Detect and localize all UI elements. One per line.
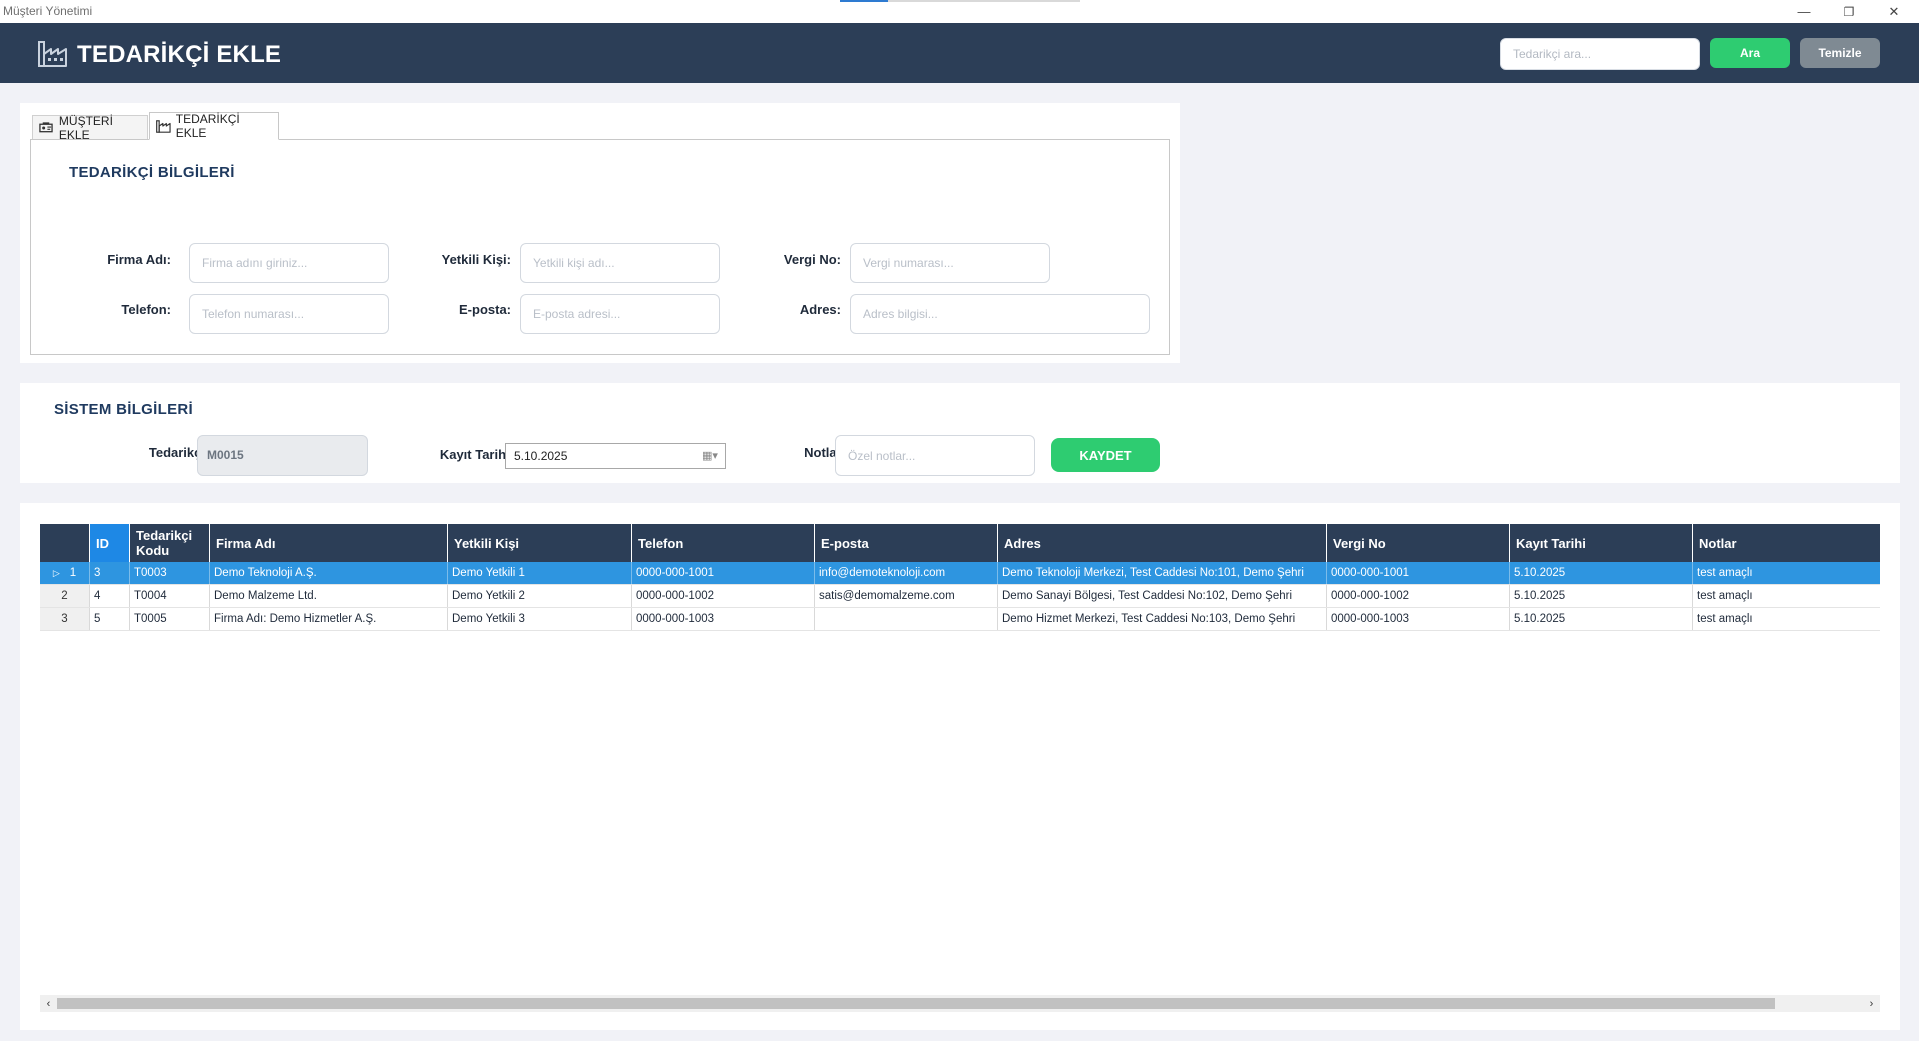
label-yetkili: Yetkili Kişi: bbox=[441, 252, 511, 267]
notes-input[interactable] bbox=[835, 435, 1035, 476]
row-header[interactable]: ▷ 1 bbox=[40, 562, 90, 584]
grid-panel: ID Tedarikçi Kodu Firma Adı Yetkili Kişi… bbox=[20, 503, 1900, 1030]
cell-telefon[interactable]: 0000-000-1001 bbox=[632, 562, 815, 584]
cell-eposta[interactable] bbox=[815, 608, 998, 630]
label-adres: Adres: bbox=[799, 302, 841, 317]
col-header-firma[interactable]: Firma Adı bbox=[210, 524, 448, 562]
supplier-grid[interactable]: ID Tedarikçi Kodu Firma Adı Yetkili Kişi… bbox=[40, 524, 1880, 631]
cell-telefon[interactable]: 0000-000-1003 bbox=[632, 608, 815, 630]
current-row-icon: ▷ bbox=[52, 567, 60, 578]
scroll-right-icon[interactable]: › bbox=[1863, 995, 1880, 1012]
save-button[interactable]: KAYDET bbox=[1051, 438, 1160, 472]
cell-adres[interactable]: Demo Sanayi Bölgesi, Test Caddesi No:102… bbox=[998, 585, 1327, 607]
col-header-id[interactable]: ID bbox=[90, 524, 130, 562]
col-header-telefon[interactable]: Telefon bbox=[632, 524, 815, 562]
cell-vergi[interactable]: 0000-000-1003 bbox=[1327, 608, 1510, 630]
cell-firma[interactable]: Demo Malzeme Ltd. bbox=[210, 585, 448, 607]
cell-adres[interactable]: Demo Hizmet Merkezi, Test Caddesi No:103… bbox=[998, 608, 1327, 630]
date-picker[interactable]: 5.10.2025 ▦▾ bbox=[505, 443, 726, 469]
label-vergi: Vergi No: bbox=[783, 252, 841, 267]
minimize-button[interactable]: — bbox=[1781, 0, 1827, 23]
cell-adres[interactable]: Demo Teknoloji Merkezi, Test Caddesi No:… bbox=[998, 562, 1327, 584]
grid-header: ID Tedarikçi Kodu Firma Adı Yetkili Kişi… bbox=[40, 524, 1880, 562]
calendar-dropdown-icon[interactable]: ▦▾ bbox=[702, 449, 720, 462]
table-row[interactable]: 2 4 T0004 Demo Malzeme Ltd. Demo Yetkili… bbox=[40, 585, 1880, 608]
table-row[interactable]: ▷ 1 3 T0003 Demo Teknoloji A.Ş. Demo Yet… bbox=[40, 562, 1880, 585]
taskbar-indicator bbox=[840, 0, 1080, 2]
window-titlebar: Müşteri Yönetimi — ❐ ✕ bbox=[0, 0, 1919, 23]
tab-content: TEDARİKÇİ BİLGİLERİ Firma Adı: Yetkili K… bbox=[30, 139, 1170, 355]
cell-id[interactable]: 3 bbox=[90, 562, 130, 584]
window-title: Müşteri Yönetimi bbox=[3, 4, 93, 18]
cell-notlar[interactable]: test amaçlı bbox=[1693, 562, 1880, 584]
cell-id[interactable]: 5 bbox=[90, 608, 130, 630]
section-title-supplier: TEDARİKÇİ BİLGİLERİ bbox=[69, 164, 235, 181]
cell-notlar[interactable]: test amaçlı bbox=[1693, 585, 1880, 607]
label-notes: Notlar: bbox=[804, 445, 846, 460]
supplier-form-panel: MÜŞTERİ EKLE TEDARİKÇİ EKLE TEDARİKÇİ Bİ… bbox=[20, 103, 1180, 363]
col-header-adres[interactable]: Adres bbox=[998, 524, 1327, 562]
factory-icon bbox=[38, 41, 67, 67]
cell-tarih[interactable]: 5.10.2025 bbox=[1510, 608, 1693, 630]
row-header[interactable]: 2 bbox=[40, 585, 90, 607]
label-date: Kayıt Tarihi: bbox=[439, 447, 514, 462]
eposta-input[interactable] bbox=[520, 294, 720, 334]
customer-icon bbox=[39, 122, 53, 133]
page-title: TEDARİKÇİ EKLE bbox=[77, 41, 282, 68]
restore-button[interactable]: ❐ bbox=[1826, 0, 1872, 23]
cell-vergi[interactable]: 0000-000-1001 bbox=[1327, 562, 1510, 584]
col-header-yetkili[interactable]: Yetkili Kişi bbox=[448, 524, 632, 562]
cell-eposta[interactable]: satis@demomalzeme.com bbox=[815, 585, 998, 607]
yetkili-input[interactable] bbox=[520, 243, 720, 283]
label-firma: Firma Adı: bbox=[107, 252, 171, 267]
cell-yetkili[interactable]: Demo Yetkili 2 bbox=[448, 585, 632, 607]
grid-corner bbox=[40, 524, 90, 562]
col-header-notlar[interactable]: Notlar bbox=[1693, 524, 1880, 562]
scrollbar-thumb[interactable] bbox=[57, 998, 1775, 1009]
supplier-code-field: M0015 bbox=[197, 435, 368, 476]
row-header[interactable]: 3 bbox=[40, 608, 90, 630]
clear-button[interactable]: Temizle bbox=[1800, 38, 1880, 68]
adres-input[interactable] bbox=[850, 294, 1150, 334]
cell-telefon[interactable]: 0000-000-1002 bbox=[632, 585, 815, 607]
col-header-vergi[interactable]: Vergi No bbox=[1327, 524, 1510, 562]
close-button[interactable]: ✕ bbox=[1871, 0, 1917, 23]
search-button[interactable]: Ara bbox=[1710, 38, 1790, 68]
table-row[interactable]: 3 5 T0005 Firma Adı: Demo Hizmetler A.Ş.… bbox=[40, 608, 1880, 631]
system-info-panel: SİSTEM BİLGİLERİ Tedarikçi M0015 Kayıt T… bbox=[20, 383, 1900, 483]
col-header-tarih[interactable]: Kayıt Tarihi bbox=[1510, 524, 1693, 562]
section-title-system: SİSTEM BİLGİLERİ bbox=[54, 401, 193, 418]
label-supplier-code: Tedarikçi bbox=[148, 445, 205, 460]
cell-tarih[interactable]: 5.10.2025 bbox=[1510, 562, 1693, 584]
cell-tarih[interactable]: 5.10.2025 bbox=[1510, 585, 1693, 607]
cell-kod[interactable]: T0003 bbox=[130, 562, 210, 584]
search-input[interactable] bbox=[1500, 38, 1700, 70]
horizontal-scrollbar[interactable]: ‹ › bbox=[40, 995, 1880, 1012]
tab-customer-add[interactable]: MÜŞTERİ EKLE bbox=[32, 113, 148, 142]
cell-firma[interactable]: Firma Adı: Demo Hizmetler A.Ş. bbox=[210, 608, 448, 630]
cell-eposta[interactable]: info@demoteknoloji.com bbox=[815, 562, 998, 584]
tab-customer-add-label: MÜŞTERİ EKLE bbox=[58, 113, 113, 142]
label-telefon: Telefon: bbox=[121, 302, 171, 317]
telefon-input[interactable] bbox=[189, 294, 389, 334]
firma-input[interactable] bbox=[189, 243, 389, 283]
cell-kod[interactable]: T0005 bbox=[130, 608, 210, 630]
label-eposta: E-posta: bbox=[459, 302, 511, 317]
cell-vergi[interactable]: 0000-000-1002 bbox=[1327, 585, 1510, 607]
cell-yetkili[interactable]: Demo Yetkili 3 bbox=[448, 608, 632, 630]
tab-supplier-add-label: TEDARİKÇİ EKLE bbox=[175, 112, 240, 140]
cell-firma[interactable]: Demo Teknoloji A.Ş. bbox=[210, 562, 448, 584]
scroll-left-icon[interactable]: ‹ bbox=[40, 995, 57, 1012]
factory-icon bbox=[156, 119, 171, 133]
cell-kod[interactable]: T0004 bbox=[130, 585, 210, 607]
col-header-kod[interactable]: Tedarikçi Kodu bbox=[130, 524, 210, 562]
row-number: 1 bbox=[69, 567, 77, 579]
cell-notlar[interactable]: test amaçlı bbox=[1693, 608, 1880, 630]
cell-id[interactable]: 4 bbox=[90, 585, 130, 607]
tab-supplier-add[interactable]: TEDARİKÇİ EKLE bbox=[149, 112, 279, 140]
date-value: 5.10.2025 bbox=[514, 449, 568, 463]
cell-yetkili[interactable]: Demo Yetkili 1 bbox=[448, 562, 632, 584]
col-header-eposta[interactable]: E-posta bbox=[815, 524, 998, 562]
vergi-input[interactable] bbox=[850, 243, 1050, 283]
